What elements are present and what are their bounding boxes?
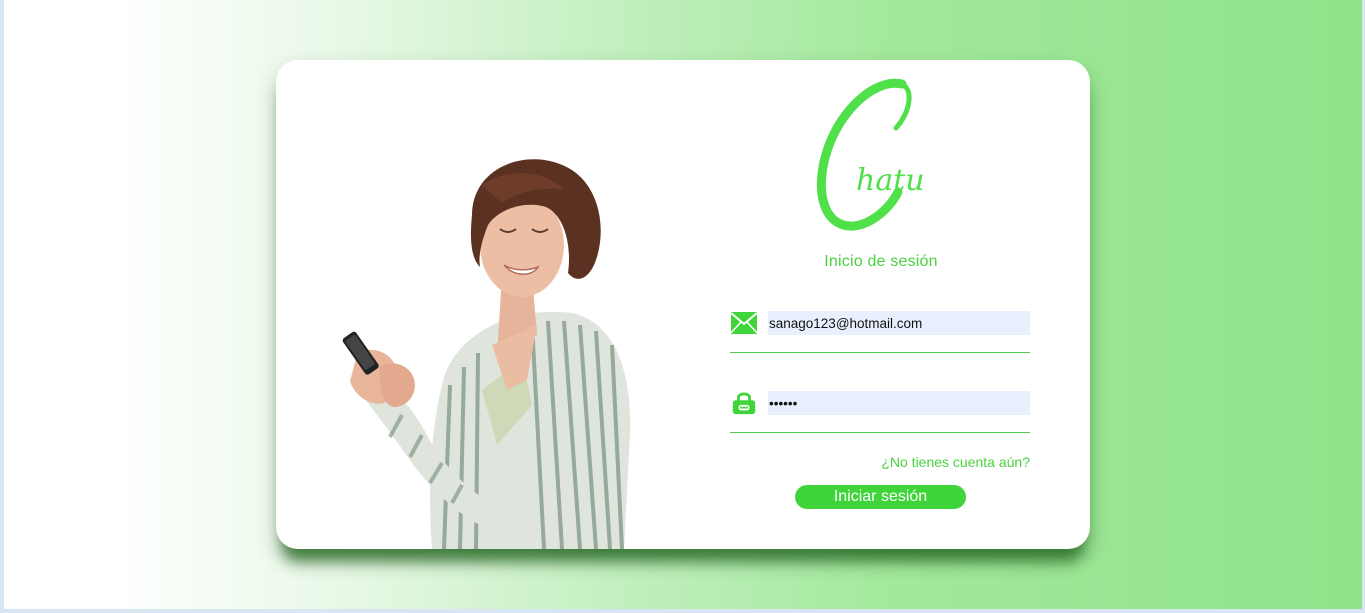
lock-icon bbox=[732, 392, 756, 415]
login-panel: hatu Inicio de sesión sanago123@hotmail.… bbox=[716, 60, 1046, 549]
woman-with-phone-photo bbox=[342, 159, 631, 549]
signup-link[interactable]: ¿No tienes cuenta aún? bbox=[881, 454, 1030, 470]
chatu-logo: hatu bbox=[816, 78, 925, 231]
password-input[interactable] bbox=[768, 391, 1030, 415]
email-input[interactable] bbox=[768, 311, 1030, 335]
login-card: hatu Inicio de sesión sanago123@hotmail.… bbox=[276, 60, 1090, 549]
svg-text:hatu: hatu bbox=[856, 163, 925, 198]
password-field-group bbox=[730, 390, 1030, 433]
email-field-group bbox=[730, 310, 1030, 353]
envelope-icon bbox=[730, 312, 758, 334]
page-background: hatu Inicio de sesión sanago123@hotmail.… bbox=[4, 0, 1362, 609]
login-title: Inicio de sesión bbox=[824, 253, 938, 270]
login-button[interactable]: Iniciar sesión bbox=[795, 485, 966, 509]
